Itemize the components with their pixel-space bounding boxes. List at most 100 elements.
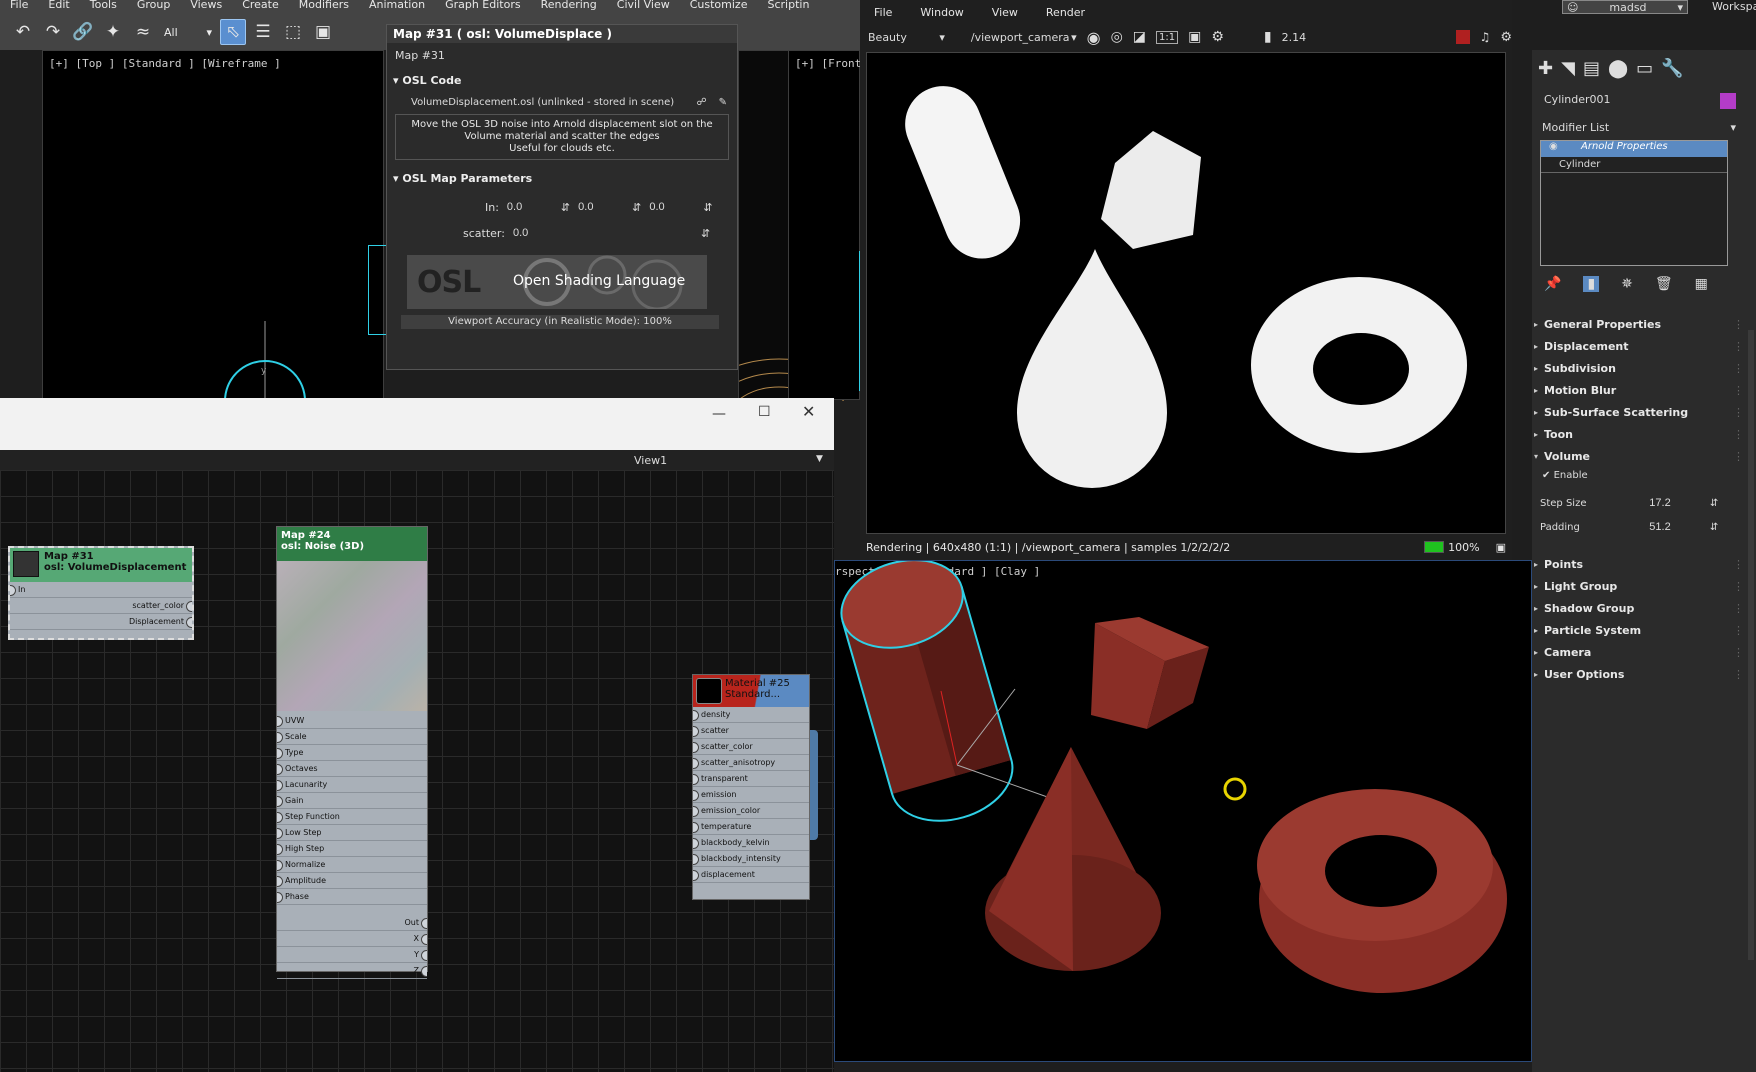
- configure-sets-icon[interactable]: ▦: [1695, 276, 1708, 292]
- socket-displacement-out[interactable]: Displacement: [10, 614, 192, 630]
- rollout-sub-surface-scattering[interactable]: Sub-Surface Scattering ⋮: [1532, 402, 1756, 424]
- menu-rendering[interactable]: Rendering: [531, 0, 607, 14]
- viewport-perspective[interactable]: rspective ] [Standard ] [Clay ]: [834, 560, 1532, 1062]
- osl-panel-title[interactable]: Map #31 ( osl: VolumeDisplace ): [387, 25, 737, 43]
- socket-uvw[interactable]: UVW: [277, 713, 427, 729]
- menu-graph-editors[interactable]: Graph Editors: [435, 0, 531, 14]
- chevron-down-icon[interactable]: ▼: [816, 454, 823, 464]
- menu-modifiers[interactable]: Modifiers: [289, 0, 359, 14]
- menu-customize[interactable]: Customize: [680, 0, 758, 14]
- command-panel-scrollbar[interactable]: [1748, 330, 1754, 960]
- hierarchy-tab-icon[interactable]: ▤: [1583, 58, 1600, 79]
- rollout-subdivision[interactable]: Subdivision ⋮: [1532, 358, 1756, 380]
- modifier-stack[interactable]: ◉ Arnold Properties Cylinder: [1540, 140, 1728, 266]
- socket-out[interactable]: Out: [277, 915, 427, 931]
- socket-z[interactable]: Z: [277, 963, 427, 979]
- spinner-icon[interactable]: ⇵: [1710, 522, 1718, 533]
- exposure-value[interactable]: 2.14: [1282, 31, 1307, 44]
- undo-icon[interactable]: ↶: [10, 19, 36, 45]
- motion-tab-icon[interactable]: ⬤: [1608, 58, 1628, 79]
- spinner-icon[interactable]: ⇵: [561, 201, 570, 214]
- select-object-icon[interactable]: ⬁: [220, 19, 246, 45]
- rollout-points[interactable]: Points ⋮: [1532, 554, 1756, 576]
- node-graph-canvas[interactable]: Map #31 osl: VolumeDisplacement In scatt…: [0, 470, 834, 1072]
- link-icon[interactable]: 🔗: [70, 19, 96, 45]
- menu-file[interactable]: File: [0, 0, 38, 14]
- maximize-icon[interactable]: ☐: [758, 404, 771, 420]
- menu-animation[interactable]: Animation: [359, 0, 435, 14]
- rollout-light-group[interactable]: Light Group ⋮: [1532, 576, 1756, 598]
- create-tab-icon[interactable]: ✚: [1538, 58, 1553, 79]
- make-unique-icon[interactable]: ✵: [1621, 276, 1633, 292]
- rollout-motion-blur[interactable]: Motion Blur ⋮: [1532, 380, 1756, 402]
- socket-scale[interactable]: Scale: [277, 729, 427, 745]
- socket-scatter-anisotropy[interactable]: scatter_anisotropy: [693, 755, 809, 771]
- stop-render-icon[interactable]: [1456, 30, 1470, 44]
- rollout-shadow-group[interactable]: Shadow Group ⋮: [1532, 598, 1756, 620]
- eye-icon[interactable]: ◉: [1549, 141, 1558, 152]
- spinner-icon[interactable]: ⇵: [1710, 498, 1718, 509]
- menu-create[interactable]: Create: [232, 0, 289, 14]
- spinner-icon[interactable]: ⇵: [701, 227, 710, 240]
- remove-modifier-icon[interactable]: 🗑: [1655, 276, 1673, 292]
- close-icon[interactable]: ✕: [802, 402, 815, 421]
- menu-edit[interactable]: Edit: [38, 0, 79, 14]
- in-z-field[interactable]: [649, 199, 696, 215]
- socket-in[interactable]: In: [10, 582, 192, 598]
- socket-y[interactable]: Y: [277, 947, 427, 963]
- rectangular-selection-icon[interactable]: ⬚: [280, 19, 306, 45]
- modifier-list-dropdown[interactable]: Modifier List ▾: [1532, 109, 1756, 134]
- crop-icon[interactable]: ▣: [1188, 29, 1201, 45]
- render-region-icon[interactable]: ◉: [1087, 28, 1101, 47]
- display-tab-icon[interactable]: ▭: [1636, 58, 1653, 79]
- render-settings-icon[interactable]: ⚙: [1500, 30, 1512, 45]
- material-output-handle[interactable]: [810, 730, 818, 840]
- socket-phase[interactable]: Phase: [277, 889, 427, 905]
- render-image[interactable]: [866, 52, 1506, 534]
- object-name[interactable]: Cylinder001: [1544, 93, 1611, 109]
- osl-code-rollout[interactable]: ▾ OSL Code: [387, 74, 737, 87]
- socket-normalize[interactable]: Normalize: [277, 857, 427, 873]
- aov-dropdown[interactable]: Beauty ▾: [868, 31, 945, 44]
- workspace-label[interactable]: Workspa: [1712, 0, 1756, 13]
- viewport-top[interactable]: [+] [Top ] [Standard ] [Wireframe ] y: [42, 50, 384, 401]
- selection-filter-dropdown[interactable]: All ▾: [160, 26, 216, 39]
- socket-octaves[interactable]: Octaves: [277, 761, 427, 777]
- object-color-swatch[interactable]: [1720, 93, 1736, 109]
- stack-item-cylinder[interactable]: Cylinder: [1541, 157, 1727, 173]
- select-by-name-icon[interactable]: ☰: [250, 19, 276, 45]
- minimize-icon[interactable]: —: [712, 406, 726, 422]
- menu-scripting[interactable]: Scriptin: [757, 0, 819, 14]
- node-map24-header[interactable]: Map #24 osl: Noise (3D): [277, 527, 427, 561]
- camera-dropdown[interactable]: /viewport_camera ▾: [971, 31, 1077, 44]
- light-gizmo[interactable]: [1223, 777, 1247, 801]
- socket-type[interactable]: Type: [277, 745, 427, 761]
- view-name-label[interactable]: View1: [634, 454, 667, 467]
- rollout-toon[interactable]: Toon ⋮: [1532, 424, 1756, 446]
- socket-blackbody-intensity[interactable]: blackbody_intensity: [693, 851, 809, 867]
- socket-x[interactable]: X: [277, 931, 427, 947]
- socket-scatter-color[interactable]: scatter_color: [693, 739, 809, 755]
- node-map31-header[interactable]: Map #31 osl: VolumeDisplacement: [10, 548, 192, 582]
- redo-icon[interactable]: ↷: [40, 19, 66, 45]
- bind-spacewarp-icon[interactable]: ≈: [130, 19, 156, 45]
- render-menu-file[interactable]: File: [860, 6, 906, 19]
- in-x-field[interactable]: [506, 199, 553, 215]
- exposure-slider-icon[interactable]: ▮: [1264, 29, 1272, 45]
- padding-field[interactable]: [1610, 519, 1710, 535]
- scatter-field[interactable]: [512, 225, 693, 241]
- node-map24[interactable]: Map #24 osl: Noise (3D) UVW Scale Type Octa…: [276, 526, 428, 979]
- render-menu-render[interactable]: Render: [1032, 6, 1099, 19]
- stack-item-arnold[interactable]: ◉ Arnold Properties: [1541, 141, 1727, 157]
- socket-low-step[interactable]: Low Step: [277, 825, 427, 841]
- menu-views[interactable]: Views: [180, 0, 232, 14]
- node-material25[interactable]: Material #25 Standard... density scatter s…: [692, 674, 810, 900]
- socket-density[interactable]: density: [693, 707, 809, 723]
- edit-pencil-icon[interactable]: ✎: [719, 97, 727, 108]
- utilities-tab-icon[interactable]: 🔧: [1661, 58, 1683, 79]
- socket-lacunarity[interactable]: Lacunarity: [277, 777, 427, 793]
- window-crossing-icon[interactable]: ▣: [310, 19, 336, 45]
- in-y-field[interactable]: [578, 199, 625, 215]
- socket-temperature[interactable]: temperature: [693, 819, 809, 835]
- socket-amplitude[interactable]: Amplitude: [277, 873, 427, 889]
